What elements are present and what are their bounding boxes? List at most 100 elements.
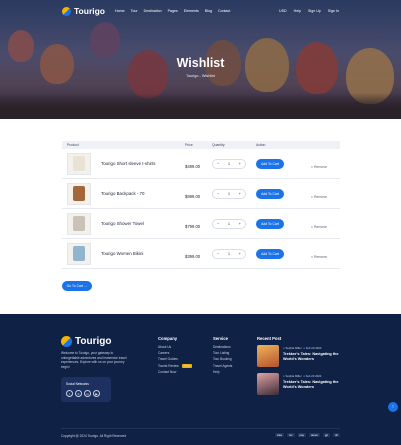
post-author: Sophia Miller [285,374,302,378]
footer-link-destinations[interactable]: Destinations [213,345,232,349]
add-to-cart-button[interactable]: Add To Cart [256,188,284,199]
facebook-icon[interactable]: f [66,390,73,397]
footer-link-about[interactable]: About Us [158,345,192,349]
add-to-cart-button[interactable]: Add To Cart [256,158,284,169]
remove-label: Remove [314,194,328,199]
quantity-value[interactable]: 1 [228,191,230,196]
site-logo[interactable]: Tourigo [62,6,105,16]
product-name[interactable]: Tourigo Short sleeve t-shirts [101,161,155,166]
x-twitter-icon[interactable]: X [75,390,82,397]
product-thumbnail[interactable] [67,212,91,235]
menu-item-destination[interactable]: Destination [144,9,162,13]
product-cell: Tourigo Women Bikini [62,242,185,265]
footer-link-travel-guides[interactable]: Travel Guides [158,357,192,361]
scroll-to-top-button[interactable]: ↑ [388,402,398,412]
menu-item-contact[interactable]: Contact [218,9,230,13]
footer-about-text: Welcome to Tourigo, your gateway to unfo… [61,351,127,369]
tshirt-image [73,156,85,171]
header-action: Action [256,143,266,147]
minus-icon[interactable]: − [217,221,219,226]
plus-icon[interactable]: + [239,251,241,256]
quantity-value[interactable]: 1 [228,221,230,226]
add-to-cart-button[interactable]: Add To Cart [256,248,284,259]
table-header: Product Price Quantity Action [62,141,340,149]
table-row: Tourigo Short sleeve t-shirts $499.00 − … [62,149,340,179]
minus-icon[interactable]: − [217,251,219,256]
plus-icon[interactable]: + [239,191,241,196]
bikini-image [73,246,85,261]
plus-icon[interactable]: + [239,221,241,226]
post-thumbnail[interactable] [257,345,279,367]
logo-icon [61,336,72,347]
top-navigation: Tourigo Home Tour Destination Pages Elem… [0,0,401,22]
arrow-up-icon: ↑ [391,404,395,410]
currency-selector[interactable]: USD [279,9,287,13]
minus-icon[interactable]: − [217,161,219,166]
product-price: $999.00 [185,193,201,199]
post-author: Sophia Miller [285,346,302,350]
company-links: About Us Careers Travel Guides Tourist R… [158,345,192,374]
sign-up-link[interactable]: Sign Up [308,9,321,13]
menu-item-tour[interactable]: Tour [131,9,138,13]
add-to-cart-button[interactable]: Add To Cart [256,218,284,229]
product-thumbnail[interactable] [67,182,91,205]
product-price: $799.00 [185,223,201,229]
footer-link-careers[interactable]: Careers [158,351,192,355]
menu-item-blog[interactable]: Blog [205,9,212,13]
table-row: Tourigo Women Bikini $399.00 − 1 + Add T… [62,239,340,269]
plus-icon[interactable]: + [239,161,241,166]
quantity-stepper[interactable]: − 1 + [212,158,246,169]
footer-divider [61,428,340,429]
site-footer: Tourigo Welcome to Tourigo, your gateway… [0,314,401,445]
footer-link-tour-booking[interactable]: Tour Booking [213,357,232,361]
menu-item-elements[interactable]: Elements [184,9,199,13]
post-thumbnail[interactable] [257,373,279,395]
youtube-icon[interactable]: ▶ [93,390,100,397]
quantity-stepper[interactable]: − 1 + [212,248,246,259]
remove-label: Remove [314,224,328,229]
backpack-image [73,186,85,201]
tourist-review-label: Tourist Review [158,363,179,368]
remove-link[interactable]: × Remove [311,165,327,169]
product-thumbnail[interactable] [67,242,91,265]
quantity-value[interactable]: 1 [228,251,230,256]
footer-link-help[interactable]: Help [213,370,232,374]
footer-logo[interactable]: Tourigo [61,336,111,347]
product-cell: Tourigo Short sleeve t-shirts [62,152,185,175]
breadcrumb: Tourigo - Wishlist [186,74,215,78]
footer-link-travel-agents[interactable]: Travel Agents [213,364,232,368]
remove-link[interactable]: × Remove [311,225,327,229]
header-price: Price [185,143,193,147]
social-title: Social Networks [66,382,89,386]
footer-link-tourist-review[interactable]: Tourist Review Hire [158,363,192,368]
recent-post[interactable]: ● Sophia Miller ● Feb 20 2024 Trekker's … [257,345,345,367]
service-links: Destinations Tour Listing Tour Booking T… [213,345,232,374]
product-name[interactable]: Tourigo Backpack - 70 [101,191,144,196]
quantity-value[interactable]: 1 [228,161,230,166]
towel-image [73,216,85,231]
menu-item-home[interactable]: Home [115,9,125,13]
social-networks-box: Social Networks f X in ▶ [61,377,111,402]
footer-link-contact[interactable]: Contact Now [158,370,192,374]
remove-label: Remove [314,164,328,169]
go-to-cart-label: Go To Cart [66,284,83,288]
remove-link[interactable]: × Remove [311,195,327,199]
post-title[interactable]: Trekker's Tales: Navigating the World's … [283,380,345,390]
minus-icon[interactable]: − [217,191,219,196]
help-link[interactable]: Help [294,9,301,13]
quantity-stepper[interactable]: − 1 + [212,218,246,229]
header-product: Product [67,143,79,147]
go-to-cart-button[interactable]: Go To Cart → [62,281,92,291]
product-thumbnail[interactable] [67,152,91,175]
sign-in-link[interactable]: Sign In [328,9,339,13]
linkedin-icon[interactable]: in [84,390,91,397]
product-name[interactable]: Tourigo Women Bikini [101,251,143,256]
footer-link-tour-listing[interactable]: Tour Listing [213,351,232,355]
quantity-stepper[interactable]: − 1 + [212,188,246,199]
header-actions: USD Help Sign Up Sign In [279,9,339,13]
remove-link[interactable]: × Remove [311,255,327,259]
menu-item-pages[interactable]: Pages [168,9,178,13]
recent-post[interactable]: ● Sophia Miller ● Feb 20 2024 Trekker's … [257,373,345,395]
post-title[interactable]: Trekker's Tales: Navigating the World's … [283,352,345,362]
product-name[interactable]: Tourigo Shower Towel [101,221,144,226]
